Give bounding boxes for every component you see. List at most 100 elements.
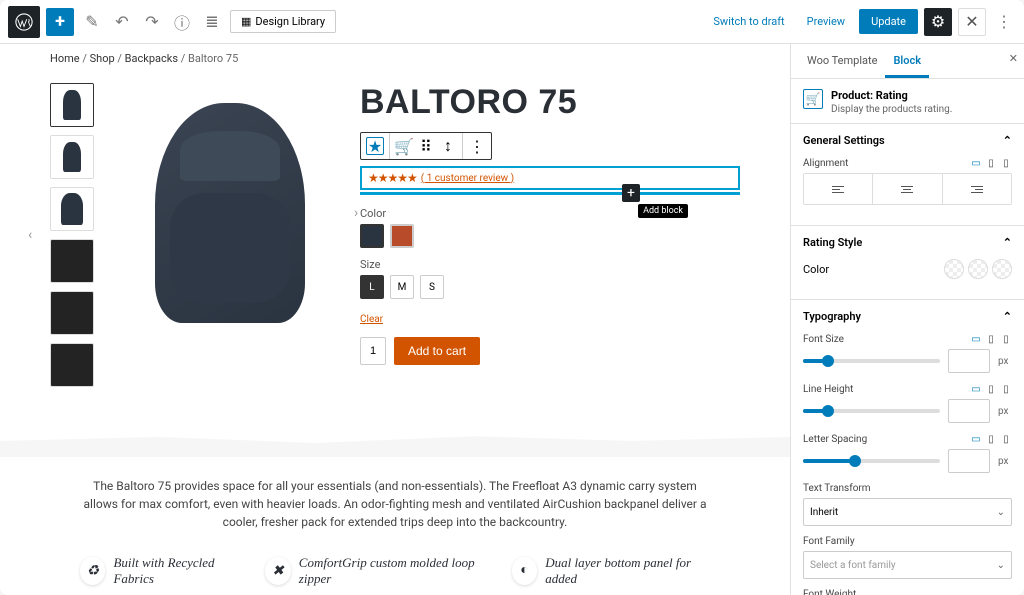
mobile-icon[interactable]: ▯: [1000, 333, 1012, 345]
feature-1: ♻Built with Recycled Fabrics: [80, 555, 245, 587]
font-size-slider[interactable]: [803, 359, 940, 363]
tablet-icon[interactable]: ▯: [985, 433, 997, 445]
image-next-icon[interactable]: ›: [354, 205, 370, 221]
letter-spacing-slider[interactable]: [803, 459, 940, 463]
settings-icon[interactable]: ⚙: [924, 8, 952, 36]
update-button[interactable]: Update: [859, 9, 918, 34]
tab-block[interactable]: Block: [885, 44, 929, 78]
design-library-button[interactable]: ▦Design Library: [230, 10, 336, 33]
desktop-icon[interactable]: ▭: [970, 433, 982, 445]
thumb-3[interactable]: [50, 187, 94, 231]
desktop-icon[interactable]: ▭: [970, 157, 982, 169]
color-picker-1[interactable]: [944, 259, 964, 279]
product-thumbnails: [50, 83, 100, 387]
customer-review-link[interactable]: ( 1 customer review ): [421, 173, 514, 184]
redo-icon[interactable]: ↷: [140, 10, 164, 34]
panel-typography[interactable]: Typography⌃: [791, 300, 1024, 333]
alignment-label: Alignment: [803, 158, 848, 169]
line-height-label: Line Height: [803, 384, 853, 395]
color-picker-3[interactable]: [992, 259, 1012, 279]
size-option-m[interactable]: M: [390, 275, 414, 299]
text-transform-label: Text Transform: [803, 483, 871, 494]
list-view-icon[interactable]: ≣: [200, 10, 224, 34]
tablet-icon[interactable]: ▯: [985, 157, 997, 169]
font-family-select[interactable]: Select a font family⌄: [803, 551, 1012, 579]
breadcrumb-shop[interactable]: Shop: [90, 52, 115, 65]
feature-3: ◐Dual layer bottom panel for added: [512, 555, 710, 587]
align-right-button[interactable]: [943, 174, 1011, 204]
close-sidebar-icon[interactable]: ✕: [1009, 52, 1018, 65]
desktop-icon[interactable]: ▭: [970, 333, 982, 345]
parent-block-icon[interactable]: 🛒: [396, 138, 412, 154]
kadence-icon[interactable]: ✕: [958, 8, 986, 36]
letter-spacing-label: Letter Spacing: [803, 434, 867, 445]
mobile-icon[interactable]: ▯: [1000, 433, 1012, 445]
line-height-slider[interactable]: [803, 409, 940, 413]
thumb-2[interactable]: [50, 135, 94, 179]
preview-link[interactable]: Preview: [799, 11, 853, 32]
block-appender: + Add block: [360, 192, 740, 195]
color-label: Color: [803, 263, 829, 276]
block-more-icon[interactable]: ⋮: [469, 138, 485, 154]
undo-icon[interactable]: ↶: [110, 10, 134, 34]
block-icon: 🛒: [803, 89, 823, 109]
info-icon[interactable]: ⓘ: [170, 10, 194, 34]
desktop-icon[interactable]: ▭: [970, 383, 982, 395]
recycle-icon: ♻: [80, 557, 105, 585]
block-description: Display the products rating.: [831, 104, 952, 115]
align-left-button[interactable]: [804, 174, 873, 204]
text-transform-select[interactable]: Inherit⌄: [803, 498, 1012, 526]
breadcrumb-current: Baltoro 75: [188, 52, 238, 65]
tablet-icon[interactable]: ▯: [985, 383, 997, 395]
layers-icon: ◐: [512, 557, 538, 585]
align-center-button[interactable]: [873, 174, 942, 204]
product-main-image: ›: [120, 83, 340, 343]
chevron-down-icon: ⌄: [997, 560, 1005, 571]
line-height-input[interactable]: [948, 399, 990, 423]
font-size-input[interactable]: [948, 349, 990, 373]
add-block-button[interactable]: +: [46, 8, 74, 36]
move-icon[interactable]: ↕: [440, 138, 456, 154]
more-options-icon[interactable]: ⋮: [992, 10, 1016, 34]
editor-canvas: Home / Shop / Backpacks / Baltoro 75 ‹: [0, 44, 790, 595]
add-block-tooltip: Add block: [638, 204, 688, 218]
clear-selection-link[interactable]: Clear: [360, 314, 383, 325]
product-title: BALTORO 75: [360, 83, 740, 122]
breadcrumb-home[interactable]: Home: [50, 52, 80, 65]
product-description: The Baltoro 75 provides space for all yo…: [80, 477, 710, 531]
add-block-inline-button[interactable]: +: [622, 184, 640, 202]
mobile-icon[interactable]: ▯: [1000, 157, 1012, 169]
font-weight-label: Font Weight: [803, 589, 856, 595]
product-rating-block[interactable]: ★★★★★ ( 1 customer review ): [360, 166, 740, 190]
color-picker-2[interactable]: [968, 259, 988, 279]
size-option-s[interactable]: S: [420, 275, 444, 299]
thumb-5[interactable]: [50, 291, 94, 335]
editor-top-bar: + ✎ ↶ ↷ ⓘ ≣ ▦Design Library Switch to dr…: [0, 0, 1024, 44]
letter-spacing-input[interactable]: [948, 449, 990, 473]
thumb-4[interactable]: [50, 239, 94, 283]
size-option-l[interactable]: L: [360, 275, 384, 299]
settings-sidebar: Woo Template Block ✕ 🛒 Product: Rating D…: [790, 44, 1024, 595]
breadcrumb-backpacks[interactable]: Backpacks: [125, 52, 178, 65]
drag-handle-icon[interactable]: ⠿: [418, 138, 434, 154]
panel-general-settings[interactable]: General Settings⌃: [791, 124, 1024, 157]
block-type-icon[interactable]: ★: [367, 138, 383, 154]
breadcrumb: Home / Shop / Backpacks / Baltoro 75: [0, 44, 790, 73]
edit-icon[interactable]: ✎: [80, 10, 104, 34]
color-swatch-rust[interactable]: [390, 224, 414, 248]
quantity-input[interactable]: [360, 337, 386, 365]
tablet-icon[interactable]: ▯: [985, 333, 997, 345]
panel-rating-style[interactable]: Rating Style⌃: [791, 226, 1024, 259]
thumb-6[interactable]: [50, 343, 94, 387]
tab-woo-template[interactable]: Woo Template: [799, 44, 885, 78]
color-swatch-navy[interactable]: [360, 224, 384, 248]
size-label: Size: [360, 258, 740, 271]
thumb-prev-icon[interactable]: ‹: [28, 227, 44, 243]
mobile-icon[interactable]: ▯: [1000, 383, 1012, 395]
font-family-label: Font Family: [803, 536, 855, 547]
switch-to-draft-link[interactable]: Switch to draft: [705, 11, 792, 32]
wordpress-logo[interactable]: [8, 6, 40, 38]
add-to-cart-button[interactable]: Add to cart: [394, 337, 480, 365]
thumb-1[interactable]: [50, 83, 94, 127]
block-name: Product: Rating: [831, 89, 952, 102]
